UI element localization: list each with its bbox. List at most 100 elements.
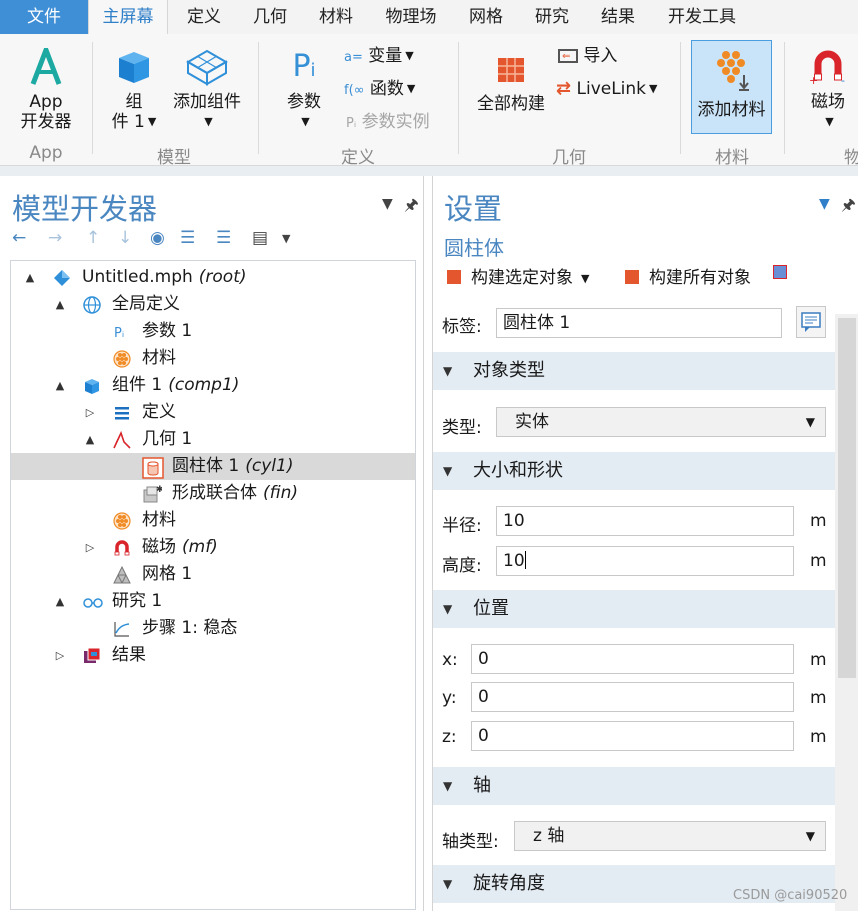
tree-item-text: 组件 1 <box>112 375 163 395</box>
watermark: CSDN @cai90520 <box>733 888 848 903</box>
functions-button[interactable]: f(∞ 函数 ▼ <box>344 79 415 101</box>
pin-icon[interactable]: 🖈 <box>404 194 419 221</box>
settings-title: 设置 <box>444 192 503 226</box>
height-unit: m <box>810 551 827 571</box>
expand-all-icon[interactable]: ☰ <box>180 228 195 248</box>
tree-item[interactable]: ▲ 几何 1 <box>11 426 415 453</box>
view-options-icon[interactable]: ▤ <box>252 228 268 248</box>
livelink-button[interactable]: ⇄ LiveLink ▼ <box>556 79 658 100</box>
import-button[interactable]: ⇐ 导入 <box>558 46 617 66</box>
build-preview-button[interactable] <box>773 263 787 283</box>
menu-physics[interactable]: 物理场 <box>372 0 450 34</box>
build-selected-button[interactable]: 构建选定对象 ▼ <box>447 263 589 288</box>
tree-item-text: 几何 1 <box>142 429 193 449</box>
collapse-triangle-icon[interactable]: ▲ <box>53 291 67 318</box>
tree-item[interactable]: ▷ 结果 <box>11 642 415 669</box>
menu-home[interactable]: 主屏幕 <box>88 0 168 34</box>
panel-menu-icon[interactable]: ▼ <box>382 196 393 212</box>
menu-geometry[interactable]: 几何 <box>240 0 300 34</box>
x-input[interactable]: 0 <box>471 644 794 674</box>
tree-item[interactable]: ✱ 形成联合体 (fin) <box>11 480 415 507</box>
tree-item[interactable]: Pᵢ 参数 1 <box>11 318 415 345</box>
tree-item[interactable]: 步骤 1: 稳态 <box>11 615 415 642</box>
move-down-icon[interactable]: ↓ <box>118 228 132 248</box>
tree-item[interactable]: 材料 <box>11 507 415 534</box>
z-input[interactable]: 0 <box>471 721 794 751</box>
chevron-down-icon: ▼ <box>581 271 590 285</box>
results-icon <box>82 646 102 666</box>
collapse-triangle-icon[interactable]: ▲ <box>23 264 37 291</box>
tree-item[interactable]: 材料 <box>11 345 415 372</box>
forward-arrow-icon[interactable]: → <box>48 228 62 248</box>
chevron-down-icon: ▼ <box>406 82 416 95</box>
label-edit-button[interactable] <box>796 306 826 338</box>
label-input[interactable]: 圆柱体 1 <box>496 308 782 338</box>
menu-materials[interactable]: 材料 <box>306 0 366 34</box>
collapse-triangle-icon[interactable]: ▲ <box>83 426 97 453</box>
expand-triangle-icon[interactable]: ▷ <box>83 534 97 561</box>
build-all-objects-button[interactable]: 构建所有对象 <box>625 263 751 288</box>
section-object-type[interactable]: ▼ 对象类型 <box>433 352 835 390</box>
expand-triangle-icon[interactable]: ▷ <box>83 399 97 426</box>
build-all-button[interactable]: 全部构建 <box>470 52 552 114</box>
radius-input[interactable]: 10 <box>496 506 794 536</box>
tree-item[interactable]: ▲ 组件 1 (comp1) <box>11 372 415 399</box>
move-up-icon[interactable]: ↑ <box>86 228 100 248</box>
section-axis[interactable]: ▼ 轴 <box>433 767 835 805</box>
chevron-down-icon[interactable]: ▼ <box>282 232 290 245</box>
parameter-cases-button[interactable]: Pᵢ 参数实例 <box>346 112 430 134</box>
tree-item-text: 结果 <box>112 645 146 665</box>
tree-item[interactable]: ▲ Untitled.mph (root) <box>11 264 415 291</box>
collapse-all-icon[interactable]: ☰ <box>216 228 231 248</box>
menu-definitions[interactable]: 定义 <box>174 0 234 34</box>
tree-item[interactable]: ▲ 全局定义 <box>11 291 415 318</box>
tree-item-label: 步骤 1: 稳态 <box>142 615 237 642</box>
section-object-type-title: 对象类型 <box>473 360 545 381</box>
section-size-shape[interactable]: ▼ 大小和形状 <box>433 452 835 490</box>
menu-file[interactable]: 文件 <box>0 0 88 34</box>
group-label-materials: 材料 <box>715 148 749 168</box>
expand-triangle-icon[interactable]: ▷ <box>53 642 67 669</box>
add-material-button[interactable]: 添加材料 <box>691 40 772 134</box>
add-component-icon <box>186 49 228 86</box>
variables-button[interactable]: a= 变量 ▼ <box>344 46 414 68</box>
add-component-button[interactable]: 添加组件 ▼ <box>168 48 246 132</box>
import-label: 导入 <box>583 46 618 66</box>
add-material-label: 添加材料 <box>697 100 766 120</box>
show-icon[interactable]: ◉ <box>150 228 165 248</box>
axis-type-select[interactable]: z 轴 ▼ <box>514 821 826 851</box>
tree-item[interactable]: 网格 1 <box>11 561 415 588</box>
tree-item[interactable]: ▲ 研究 1 <box>11 588 415 615</box>
parameters-button[interactable]: Pi 参数 ▼ <box>280 48 328 132</box>
tree-item-text: 形成联合体 <box>172 483 257 503</box>
menu-mesh[interactable]: 网格 <box>456 0 516 34</box>
y-input[interactable]: 0 <box>471 682 794 712</box>
collapse-triangle-icon[interactable]: ▲ <box>53 372 67 399</box>
tree-item[interactable]: ▷ 磁场 (mf) <box>11 534 415 561</box>
tree-item-label: 磁场 (mf) <box>142 534 218 561</box>
menu-results[interactable]: 结果 <box>588 0 648 34</box>
tree-item[interactable]: 圆柱体 1 (cyl1) <box>11 453 415 480</box>
menu-developer[interactable]: 开发工具 <box>656 0 748 34</box>
chevron-down-icon: ▼ <box>805 829 815 843</box>
app-builder-button[interactable]: App 开发器 <box>10 48 82 132</box>
svg-text:✱: ✱ <box>156 485 162 495</box>
height-caption: 高度: <box>442 556 482 576</box>
scrollbar-thumb[interactable] <box>838 318 856 678</box>
tree-item-text: 网格 1 <box>142 564 193 584</box>
panel-menu-icon[interactable]: ▼ <box>819 196 830 212</box>
build-all-objects-label: 构建所有对象 <box>649 268 751 288</box>
component-button[interactable]: 组 件 1 ▼ <box>104 48 164 132</box>
type-select[interactable]: 实体 ▼ <box>496 407 826 437</box>
height-input[interactable]: 10 <box>496 546 794 576</box>
parameter-pi-icon: Pi <box>292 49 316 84</box>
back-arrow-icon[interactable]: ← <box>12 228 26 248</box>
menu-study[interactable]: 研究 <box>522 0 582 34</box>
tree-item[interactable]: ▷ 定义 <box>11 399 415 426</box>
section-position[interactable]: ▼ 位置 <box>433 590 835 628</box>
settings-scrollbar[interactable] <box>835 314 858 911</box>
collapse-triangle-icon[interactable]: ▲ <box>53 588 67 615</box>
tree-item-label: 网格 1 <box>142 561 192 588</box>
pin-icon[interactable]: 🖈 <box>841 194 856 221</box>
magnetic-field-button[interactable]: + - 磁场 ▼ <box>800 48 856 132</box>
